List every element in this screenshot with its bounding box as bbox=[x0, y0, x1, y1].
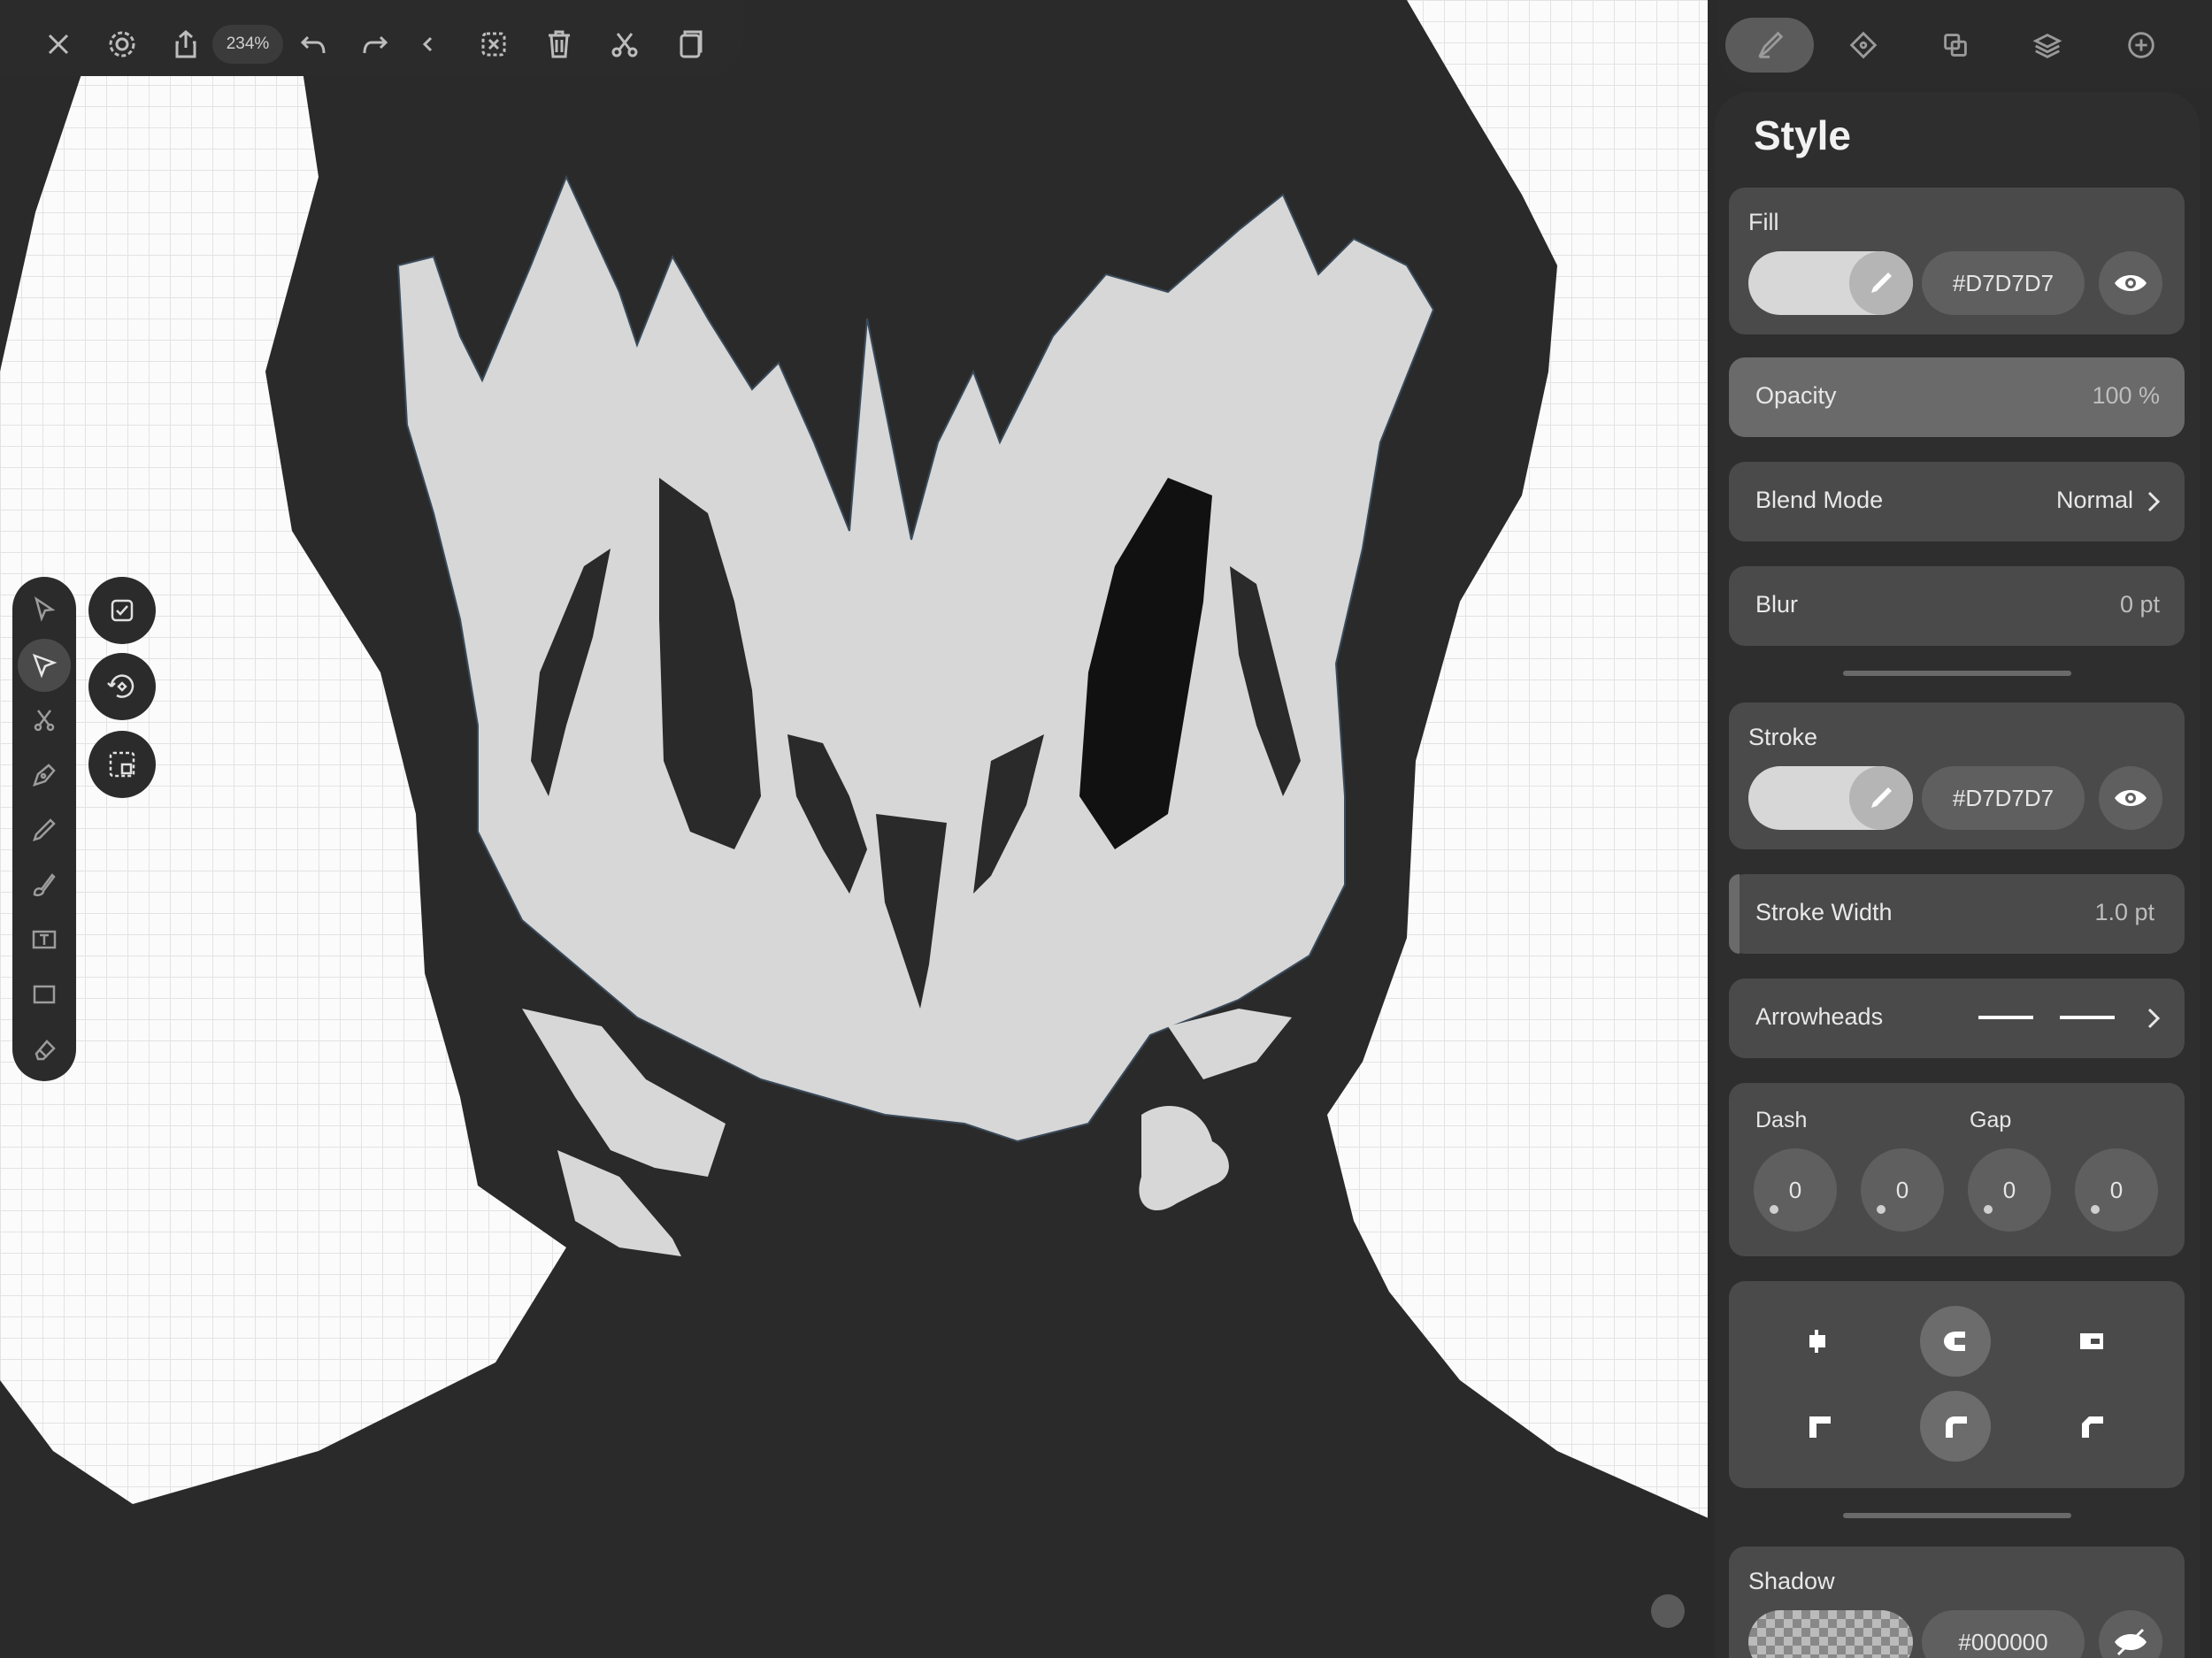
arrowheads-label: Arrowheads bbox=[1755, 1003, 1884, 1030]
brush-tool-icon[interactable] bbox=[18, 858, 71, 911]
fill-hex[interactable]: #D7D7D7 bbox=[1922, 251, 2085, 315]
stroke-label: Stroke bbox=[1748, 724, 1818, 750]
blend-mode-row[interactable]: Blend Mode Normal bbox=[1729, 462, 2185, 541]
trash-icon[interactable] bbox=[534, 19, 584, 69]
share-icon[interactable] bbox=[161, 19, 211, 69]
round-cap-icon[interactable] bbox=[1920, 1306, 1991, 1377]
blur-slider[interactable]: Blur 0 pt bbox=[1729, 566, 2185, 646]
butt-cap-icon[interactable] bbox=[1784, 1306, 1855, 1377]
right-top-bar bbox=[1718, 0, 2212, 88]
redo-icon[interactable] bbox=[350, 19, 400, 69]
eye-icon[interactable] bbox=[2099, 766, 2162, 830]
opacity-slider[interactable]: Opacity 100 % bbox=[1729, 357, 2185, 437]
shadow-hex[interactable]: #000000 bbox=[1922, 1610, 2085, 1658]
fill-card: Fill #D7D7D7 bbox=[1729, 188, 2185, 334]
zoom-level[interactable]: 234% bbox=[212, 25, 283, 64]
opacity-label: Opacity bbox=[1755, 382, 1837, 409]
dash-knob-1[interactable]: 0 bbox=[1754, 1148, 1837, 1232]
rectangle-tool-icon[interactable] bbox=[18, 968, 71, 1021]
undo-icon[interactable] bbox=[288, 19, 338, 69]
arrowhead-start[interactable] bbox=[1978, 1016, 2033, 1019]
shadow-swatch[interactable] bbox=[1748, 1610, 1913, 1658]
eyedropper-icon[interactable] bbox=[1849, 251, 1913, 315]
tool-rail bbox=[12, 577, 76, 1081]
stroke-width-value: 1.0 pt bbox=[2094, 899, 2154, 925]
fill-label: Fill bbox=[1748, 209, 1779, 235]
layers-icon[interactable] bbox=[2003, 18, 2092, 73]
text-tool-icon[interactable] bbox=[18, 913, 71, 966]
style-panel: Style Fill #D7D7D7 Opacity 100 % Blend M… bbox=[1715, 92, 2200, 1658]
scroll-handle[interactable] bbox=[1651, 1594, 1685, 1628]
stroke-hex[interactable]: #D7D7D7 bbox=[1922, 766, 2085, 830]
gear-icon[interactable] bbox=[97, 19, 147, 69]
scissors-tool-icon[interactable] bbox=[18, 694, 71, 747]
scissors-icon[interactable] bbox=[600, 19, 649, 69]
eyedropper-icon[interactable] bbox=[1849, 766, 1913, 830]
blur-value: 0 pt bbox=[2119, 591, 2160, 618]
deselect-icon[interactable] bbox=[469, 19, 518, 69]
chevron-right-icon bbox=[2147, 1008, 2161, 1029]
shadow-label: Shadow bbox=[1748, 1568, 1835, 1594]
gap-knob-2[interactable]: 0 bbox=[2075, 1148, 2158, 1232]
eye-icon[interactable] bbox=[2099, 251, 2162, 315]
add-icon[interactable] bbox=[2097, 18, 2185, 73]
opacity-value: 100 % bbox=[2092, 382, 2160, 409]
chevron-right-icon bbox=[2147, 491, 2161, 512]
pen-tool-icon[interactable] bbox=[18, 748, 71, 802]
confirm-selection-icon[interactable] bbox=[88, 577, 156, 644]
rotate-icon[interactable] bbox=[88, 653, 156, 720]
node-tool-icon[interactable] bbox=[18, 639, 71, 692]
bevel-join-icon[interactable] bbox=[2056, 1391, 2127, 1462]
transform-icon[interactable] bbox=[88, 731, 156, 798]
dash-knob-2[interactable]: 0 bbox=[1968, 1148, 2051, 1232]
blend-mode-label: Blend Mode bbox=[1755, 487, 1884, 513]
miter-join-icon[interactable] bbox=[1784, 1391, 1855, 1462]
gap-knob-1[interactable]: 0 bbox=[1861, 1148, 1944, 1232]
style-brush-icon[interactable] bbox=[1725, 18, 1814, 73]
shadow-card: Shadow #000000 bbox=[1729, 1547, 2185, 1658]
stroke-width-label: Stroke Width bbox=[1755, 899, 1893, 925]
stroke-width-fill bbox=[1729, 874, 1740, 954]
eraser-tool-icon[interactable] bbox=[18, 1023, 71, 1076]
dash-label: Dash bbox=[1755, 1108, 1808, 1132]
cap-join-card bbox=[1729, 1281, 2185, 1488]
chevron-left-icon[interactable] bbox=[403, 19, 453, 69]
round-join-icon[interactable] bbox=[1920, 1391, 1991, 1462]
blend-mode-value: Normal bbox=[2055, 487, 2133, 513]
arrowhead-end[interactable] bbox=[2060, 1016, 2115, 1019]
top-toolbar: 234% bbox=[0, 0, 743, 76]
copy-icon[interactable] bbox=[665, 19, 715, 69]
selection-tool-icon[interactable] bbox=[18, 582, 71, 635]
dash-card: Dash Gap 0 0 0 0 bbox=[1729, 1083, 2185, 1256]
section-divider bbox=[1843, 671, 2071, 676]
section-divider bbox=[1843, 1513, 2071, 1518]
arrowheads-row[interactable]: Arrowheads bbox=[1729, 979, 2185, 1058]
panel-title: Style bbox=[1754, 112, 1851, 158]
blur-label: Blur bbox=[1755, 591, 1799, 618]
shape-icon[interactable] bbox=[1819, 18, 1908, 73]
eye-hidden-icon[interactable] bbox=[2099, 1610, 2162, 1658]
pathfinder-icon[interactable] bbox=[1911, 18, 2000, 73]
square-cap-icon[interactable] bbox=[2056, 1306, 2127, 1377]
pencil-tool-icon[interactable] bbox=[18, 803, 71, 856]
stroke-width-slider[interactable]: Stroke Width 1.0 pt bbox=[1729, 874, 2185, 954]
stroke-card: Stroke #D7D7D7 bbox=[1729, 702, 2185, 849]
gap-label: Gap bbox=[1970, 1108, 2012, 1132]
stroke-swatch[interactable] bbox=[1748, 766, 1913, 830]
close-icon[interactable] bbox=[34, 19, 83, 69]
fill-swatch[interactable] bbox=[1748, 251, 1913, 315]
